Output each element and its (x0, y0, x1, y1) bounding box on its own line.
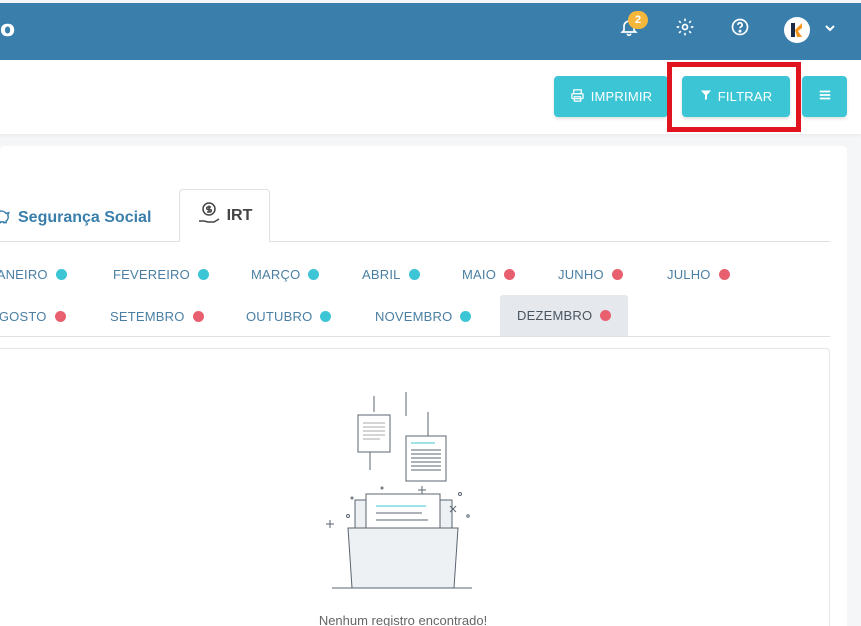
help-icon[interactable] (728, 15, 752, 39)
money-hand-icon (197, 201, 221, 230)
status-dot (504, 268, 516, 280)
filter-highlight-box (667, 62, 801, 132)
status-dot (460, 310, 472, 322)
menu-icon (818, 88, 832, 105)
month-label: AGOSTO (0, 308, 47, 324)
month-label: JANEIRO (0, 266, 48, 282)
month-janeiro[interactable]: JANEIRO (0, 264, 67, 284)
month-fevereiro[interactable]: FEVEREIRO (113, 264, 209, 284)
avatar[interactable] (784, 17, 810, 43)
month-dezembro[interactable]: DEZEMBRO (500, 295, 629, 336)
month-setembro[interactable]: SETEMBRO (110, 306, 204, 326)
tab-label: Segurança Social (18, 209, 152, 226)
print-button-label: IMPRIMIR (590, 89, 653, 104)
status-dot (600, 310, 612, 321)
print-button[interactable]: IMPRIMIR (554, 76, 668, 117)
month-marco[interactable]: MARÇO (251, 264, 320, 284)
month-junho[interactable]: JUNHO (558, 264, 623, 284)
empty-state-message: Nenhum registro encontrado! (318, 613, 488, 626)
status-dot (320, 310, 332, 322)
months-divider (0, 336, 830, 337)
tab-label: IRT (226, 206, 253, 224)
month-label: OUTUBRO (246, 308, 313, 324)
chevron-down-icon[interactable] (822, 20, 838, 36)
tabs-divider (0, 241, 830, 242)
gear-icon[interactable] (673, 15, 697, 39)
piggy-bank-icon (0, 206, 12, 231)
status-dot (718, 268, 730, 280)
month-label: MAIO (462, 266, 497, 282)
status-dot (611, 268, 623, 280)
status-dot (408, 268, 420, 280)
month-maio[interactable]: MAIO (462, 264, 516, 284)
month-abril[interactable]: ABRIL (362, 264, 420, 284)
printer-icon (570, 88, 585, 106)
month-julho[interactable]: JULHO (667, 264, 730, 284)
month-label: JUNHO (558, 266, 604, 282)
month-novembro[interactable]: NOVEMBRO (375, 306, 472, 326)
brand-fragment: o (0, 17, 16, 42)
month-label: NOVEMBRO (375, 308, 453, 324)
month-label: FEVEREIRO (113, 266, 190, 282)
more-menu-button[interactable] (802, 76, 847, 117)
month-label: MARÇO (251, 266, 301, 282)
tab-irt[interactable]: IRT (179, 189, 270, 242)
month-label: DEZEMBRO (517, 308, 593, 323)
status-dot (192, 310, 204, 322)
status-dot (54, 310, 66, 322)
status-dot (55, 268, 67, 280)
status-dot (197, 268, 209, 280)
notification-badge: 2 (628, 11, 648, 29)
status-dot (308, 268, 320, 280)
month-agosto[interactable]: AGOSTO (0, 306, 66, 326)
month-label: ABRIL (362, 266, 401, 282)
month-outubro[interactable]: OUTUBRO (246, 306, 332, 326)
month-label: SETEMBRO (110, 308, 185, 324)
tab-seguranca-social[interactable]: Segurança Social (0, 204, 151, 232)
empty-folder-illustration (318, 390, 488, 590)
month-label: JULHO (667, 266, 711, 282)
